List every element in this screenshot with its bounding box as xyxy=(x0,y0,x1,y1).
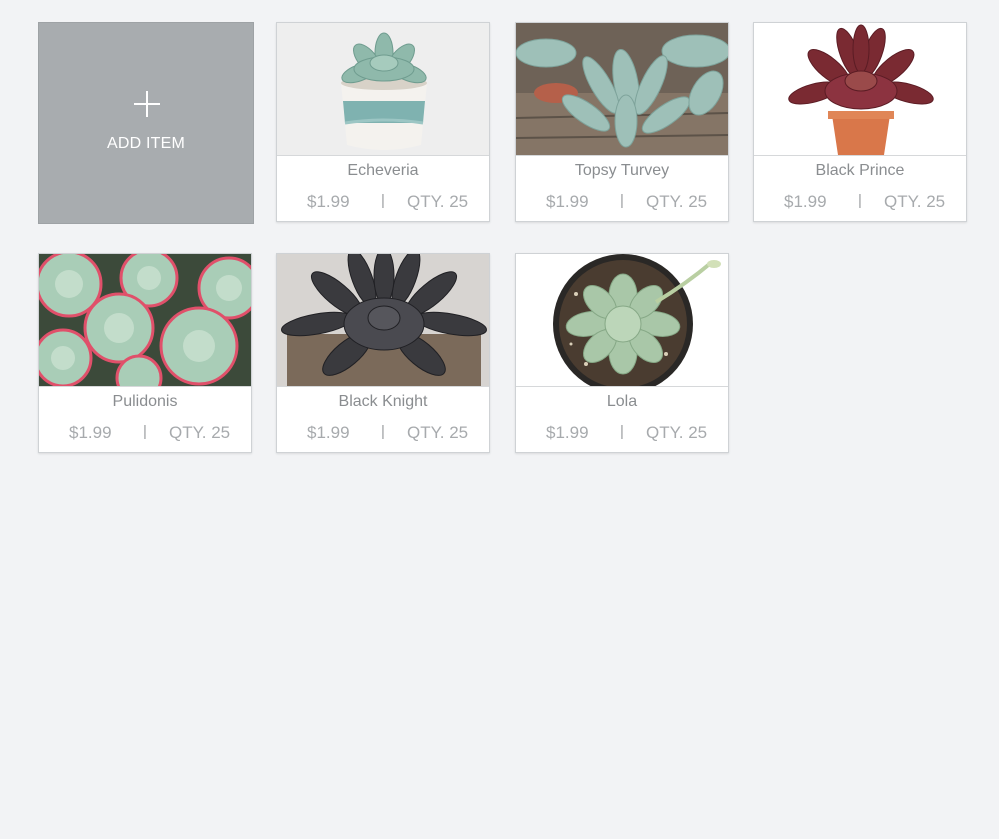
product-quantity: QTY. 25 xyxy=(407,423,469,442)
product-meta: $1.99 | QTY. 25 xyxy=(277,192,489,212)
product-quantity: QTY. 25 xyxy=(169,423,231,442)
product-meta: $1.99 | QTY. 25 xyxy=(39,423,251,443)
product-quantity: QTY. 25 xyxy=(646,192,708,211)
meta-separator: | xyxy=(381,423,385,440)
product-card[interactable]: Topsy Turvey $1.99 | QTY. 25 xyxy=(515,22,729,222)
product-card[interactable]: Echeveria $1.99 | QTY. 25 xyxy=(276,22,490,222)
product-name: Pulidonis xyxy=(112,393,178,410)
product-name: Black Prince xyxy=(815,162,905,179)
product-name: Black Knight xyxy=(338,393,428,410)
product-image xyxy=(277,23,489,156)
product-name: Topsy Turvey xyxy=(574,162,670,179)
product-image xyxy=(754,23,966,156)
product-quantity: QTY. 25 xyxy=(884,192,946,211)
plus-icon xyxy=(134,91,160,117)
product-image xyxy=(516,254,728,387)
meta-separator: | xyxy=(620,192,624,209)
meta-separator: | xyxy=(143,423,147,440)
product-image xyxy=(39,254,251,387)
product-name: Lola xyxy=(606,393,638,410)
product-price: $1.99 xyxy=(307,423,350,442)
meta-separator: | xyxy=(381,192,385,209)
meta-separator: | xyxy=(620,423,624,440)
product-meta: $1.99 | QTY. 25 xyxy=(516,423,728,443)
product-quantity: QTY. 25 xyxy=(407,192,469,211)
product-meta: $1.99 | QTY. 25 xyxy=(516,192,728,212)
product-price: $1.99 xyxy=(307,192,350,211)
add-item-button[interactable]: ADD ITEM xyxy=(38,22,254,224)
product-meta: $1.99 | QTY. 25 xyxy=(754,192,966,212)
product-meta: $1.99 | QTY. 25 xyxy=(277,423,489,443)
product-card[interactable]: Pulidonis $1.99 | QTY. 25 xyxy=(38,253,252,453)
meta-separator: | xyxy=(858,192,862,209)
product-card[interactable]: Black Knight $1.99 | QTY. 25 xyxy=(276,253,490,453)
product-price: $1.99 xyxy=(69,423,112,442)
add-item-label: ADD ITEM xyxy=(106,135,186,152)
product-quantity: QTY. 25 xyxy=(646,423,708,442)
product-image xyxy=(277,254,489,387)
product-price: $1.99 xyxy=(546,423,589,442)
product-price: $1.99 xyxy=(546,192,589,211)
product-price: $1.99 xyxy=(784,192,827,211)
product-card[interactable]: Lola $1.99 | QTY. 25 xyxy=(515,253,729,453)
product-name: Echeveria xyxy=(347,162,419,179)
product-card[interactable]: Black Prince $1.99 | QTY. 25 xyxy=(753,22,967,222)
product-image xyxy=(516,23,728,156)
